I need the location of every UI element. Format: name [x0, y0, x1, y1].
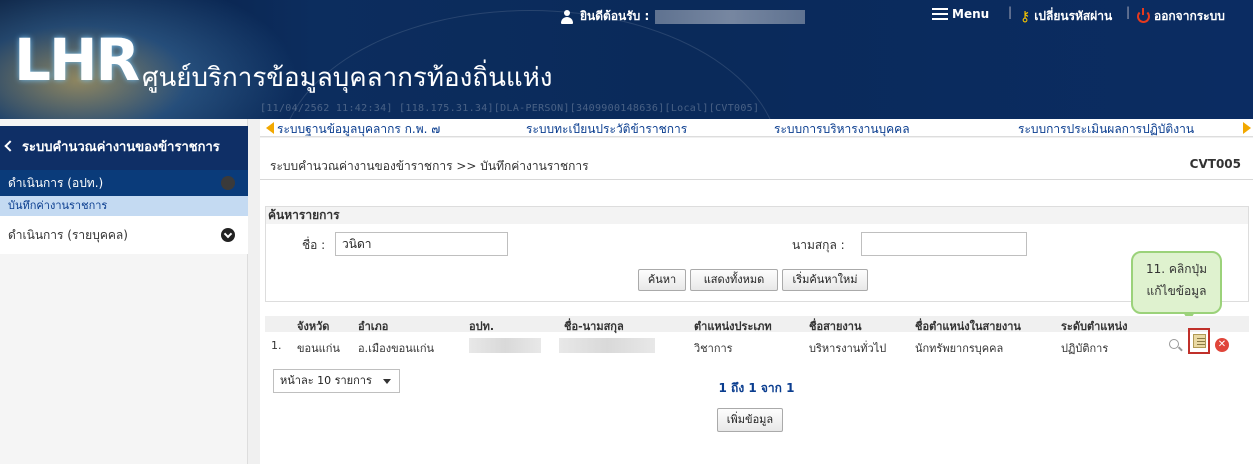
name-label: ชื่อ : — [302, 238, 326, 252]
view-magnifier-icon[interactable] — [1169, 339, 1179, 349]
search-button[interactable]: ค้นหา — [638, 269, 686, 291]
nav-item-kp7[interactable]: ระบบฐานข้อมูลบุคลากร ก.พ. ๗ — [277, 120, 440, 139]
top-user-bar: ยินดีต้อนรับ : Menu | ⚷ เปลี่ยนรหัสผ่าน … — [560, 5, 1253, 25]
column-header: จังหวัด — [297, 320, 330, 333]
column-header: ชื่อ-นามสกุล — [564, 320, 624, 333]
welcome-area: ยินดีต้อนรับ : — [560, 7, 806, 26]
chevron-down-icon — [221, 228, 235, 242]
divider: | — [1126, 5, 1131, 19]
edit-button-highlight[interactable] — [1188, 328, 1210, 354]
menu-label: Menu — [952, 7, 990, 21]
cell-position: นักทรัพยากรบุคคล — [915, 342, 1004, 355]
search-panel: ค้นหารายการ ชื่อ : วนิดา นามสกุล : ค้นหา… — [265, 206, 1249, 302]
divider: | — [1008, 5, 1013, 19]
cell-province: ขอนแก่น — [297, 342, 340, 355]
divider — [260, 179, 1253, 180]
hamburger-icon — [932, 8, 948, 20]
column-header: ระดับตำแหน่ง — [1061, 320, 1128, 333]
sidebar-title-label: ระบบคำนวณค่างานของข้าราชการ — [22, 140, 220, 155]
welcome-label: ยินดีต้อนรับ : — [580, 9, 650, 23]
row-number: 1. — [271, 339, 282, 352]
tooltip-line2: แก้ไขข้อมูล — [1146, 284, 1207, 298]
surname-label: นามสกุล : — [792, 238, 845, 252]
add-data-button[interactable]: เพิ่มข้อมูล — [717, 408, 783, 432]
menu-button[interactable]: Menu — [932, 7, 989, 21]
cell-org-redacted — [469, 338, 541, 353]
search-heading: ค้นหารายการ — [266, 207, 1248, 224]
column-header: ชื่อสายงาน — [809, 320, 862, 333]
sidebar-item-label: ดำเนินการ (อปท.) — [8, 176, 104, 190]
change-password-label: เปลี่ยนรหัสผ่าน — [1034, 9, 1113, 23]
reset-search-button[interactable]: เริ่มค้นหาใหม่ — [782, 269, 868, 291]
chevron-left-icon — [4, 140, 16, 152]
pagination-info: 1 ถึง 1 จาก 1 — [718, 381, 795, 395]
org-title: ศูนย์บริการข้อมูลบุคลากรท้องถิ่นแห่ง — [142, 63, 553, 93]
expand-icon — [221, 176, 235, 190]
sidebar-subitem-record[interactable]: บันทึกค่างานราชการ — [0, 196, 248, 216]
nav-item-registry[interactable]: ระบบทะเบียนประวัติข้าราชการ — [526, 120, 687, 139]
tooltip-line1: 11. คลิกปุ่ม — [1145, 262, 1208, 276]
nav-right-arrow-icon[interactable] — [1243, 122, 1251, 134]
user-icon — [560, 9, 574, 24]
power-icon — [1137, 8, 1150, 23]
table-row: 1. ขอนแก่น อ.เมืองขอนแก่น วิชาการ บริหาร… — [265, 328, 1249, 357]
column-header: อำเภอ — [358, 320, 389, 333]
nav-left-arrow-icon[interactable] — [266, 122, 274, 134]
screen-code: CVT005 — [1189, 157, 1241, 171]
instruction-tooltip: 11. คลิกปุ่ม แก้ไขข้อมูล — [1131, 251, 1222, 322]
cell-level: ปฏิบัติการ — [1061, 342, 1109, 355]
column-header: ชื่อตำแหน่งในสายงาน — [915, 320, 1021, 333]
cell-name-redacted — [559, 338, 655, 353]
cell-district: อ.เมืองขอนแก่น — [358, 342, 435, 355]
table-header: จังหวัด อำเภอ อปท. ชื่อ-นามสกุล ตำแหน่งป… — [265, 316, 1249, 333]
breadcrumb: ระบบคำนวณค่างานของข้าราชการ >> บันทึกค่า… — [270, 159, 589, 173]
sidebar: ระบบคำนวณค่างานของข้าราชการ ดำเนินการ (อ… — [0, 119, 248, 464]
sidebar-item-individual[interactable]: ดำเนินการ (รายบุคคล) — [0, 216, 248, 254]
system-nav-strip: ระบบฐานข้อมูลบุคลากร ก.พ. ๗ ระบบทะเบียนป… — [260, 119, 1253, 137]
logout-button[interactable]: ออกจากระบบ — [1137, 7, 1225, 26]
sidebar-title[interactable]: ระบบคำนวณค่างานของข้าราชการ — [0, 126, 248, 170]
key-icon: ⚷ — [1020, 8, 1031, 25]
cell-line: บริหารงานทั่วไป — [809, 342, 887, 355]
logout-label: ออกจากระบบ — [1154, 9, 1225, 23]
site-header: LHR ศูนย์บริการข้อมูลบุคลากรท้องถิ่นแห่ง… — [0, 0, 1253, 119]
lhr-logo[interactable]: LHR — [14, 30, 140, 90]
sidebar-item-label: ดำเนินการ (รายบุคคล) — [8, 228, 128, 242]
change-password-button[interactable]: ⚷ เปลี่ยนรหัสผ่าน — [1020, 7, 1112, 26]
column-header: ตำแหน่งประเภท — [694, 320, 772, 333]
cell-type: วิชาการ — [694, 342, 733, 355]
surname-input[interactable] — [861, 232, 1027, 256]
delete-icon[interactable]: ✕ — [1215, 338, 1229, 352]
nav-item-personnel[interactable]: ระบบการบริหารงานบุคคล — [774, 120, 910, 139]
column-header: อปท. — [469, 320, 495, 333]
username-redacted — [655, 9, 806, 24]
sidebar-item-org[interactable]: ดำเนินการ (อปท.) — [0, 170, 248, 196]
nav-item-evaluation[interactable]: ระบบการประเมินผลการปฏิบัติงาน — [1018, 120, 1194, 139]
main-content: ระบบคำนวณค่างานของข้าราชการ >> บันทึกค่า… — [260, 138, 1253, 464]
show-all-button[interactable]: แสดงทั้งหมด — [690, 269, 778, 291]
edit-icon[interactable] — [1193, 334, 1206, 348]
name-input[interactable]: วนิดา — [335, 232, 508, 256]
session-info-text: [11/04/2562 11:42:34] [118.175.31.34][DL… — [260, 103, 760, 114]
